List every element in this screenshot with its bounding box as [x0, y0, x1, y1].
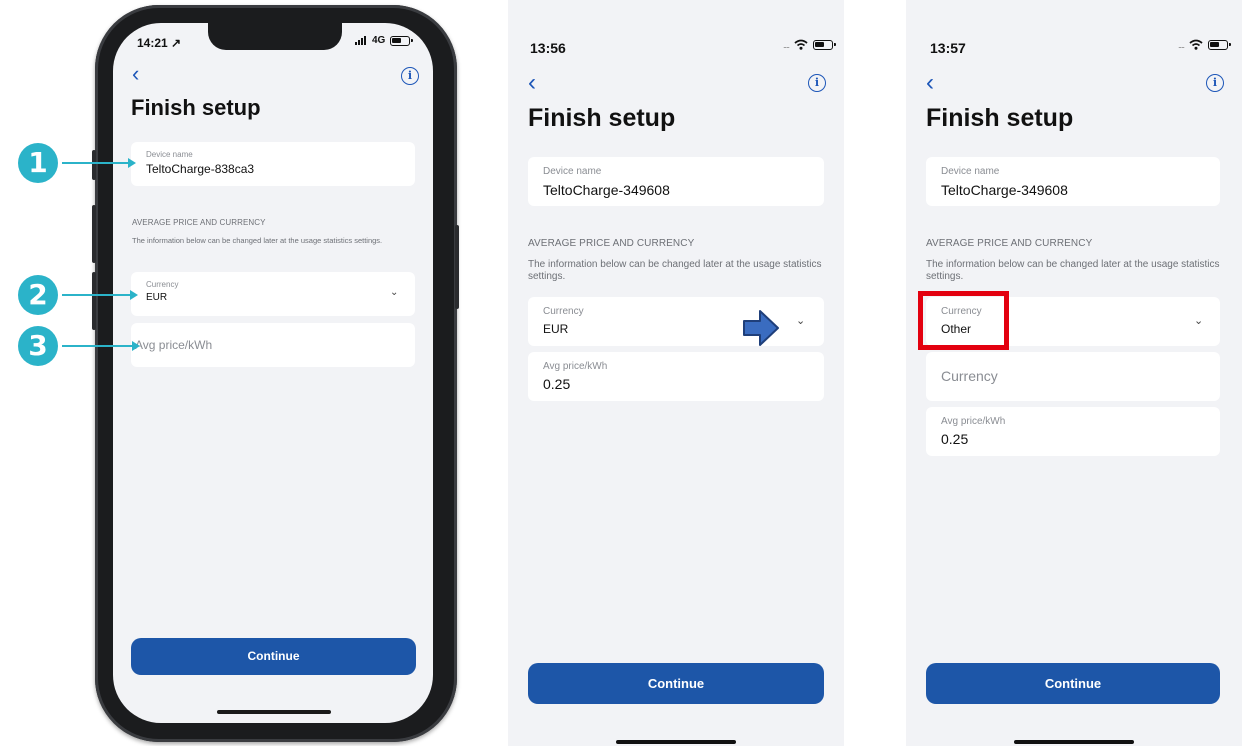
chevron-left-icon[interactable]: ‹: [132, 63, 139, 85]
device-name-label: Device name: [543, 166, 602, 177]
section-heading: AVERAGE PRICE AND CURRENCY: [132, 218, 266, 227]
phone-side-button: [455, 225, 459, 309]
callout-1: 1: [18, 143, 58, 183]
continue-button[interactable]: Continue: [926, 663, 1220, 704]
chevron-down-icon: ⌄: [796, 315, 806, 327]
phone-side-button: [92, 150, 96, 180]
home-indicator: [217, 710, 331, 714]
page-title: Finish setup: [528, 104, 676, 132]
tutorial-figure: 14:21 ↗ 4G ‹ i Finish setup Device name …: [0, 0, 1245, 746]
continue-button[interactable]: Continue: [528, 663, 824, 704]
chevron-left-icon[interactable]: ‹: [528, 71, 536, 95]
section-description: The information below can be changed lat…: [528, 259, 822, 282]
currency-value: EUR: [543, 322, 569, 336]
avg-price-field[interactable]: Avg price/kWh 0.25: [528, 352, 824, 401]
currency-label: Currency: [146, 280, 179, 289]
info-icon[interactable]: i: [1206, 74, 1224, 92]
callout-arrow-2: [62, 294, 132, 296]
callout-arrow-1: [62, 162, 130, 164]
device-name-label: Device name: [146, 150, 193, 159]
device-name-value: TeltoCharge-349608: [543, 182, 670, 198]
battery-icon: [813, 39, 837, 50]
screen-3: 13:57 .... ‹ i Finish setup Device name …: [906, 0, 1242, 746]
callout-3: 3: [18, 326, 58, 366]
callout-arrow-head: [132, 341, 140, 351]
chevron-down-icon: ⌄: [390, 287, 399, 298]
callout-arrow-3: [62, 345, 134, 347]
highlight-box: [918, 291, 1009, 350]
section-description: The information below can be changed lat…: [926, 259, 1220, 282]
screen-2: 13:56 .... ‹ i Finish setup Device name …: [508, 0, 844, 746]
device-name-field[interactable]: Device name TeltoCharge-349608: [926, 157, 1220, 206]
home-indicator: [616, 740, 736, 744]
avg-price-field[interactable]: Avg price/kWh: [131, 323, 415, 367]
currency-select[interactable]: Currency EUR ⌄: [131, 272, 415, 316]
currency-value: EUR: [146, 292, 168, 303]
currency-label: Currency: [543, 306, 584, 317]
callout-2: 2: [18, 275, 58, 315]
wifi-icon: [794, 39, 808, 50]
avg-price-label: Avg price/kWh: [543, 361, 608, 372]
battery-icon: [390, 35, 414, 46]
battery-icon: [1208, 39, 1232, 50]
status-bar-right: ....: [783, 39, 837, 50]
wifi-icon: [1189, 39, 1203, 50]
avg-price-label: Avg price/kWh: [941, 416, 1006, 427]
status-bar-right: ....: [1178, 39, 1232, 50]
page-title: Finish setup: [131, 95, 261, 120]
phone-side-button: [92, 205, 96, 263]
screen-1: 14:21 ↗ 4G ‹ i Finish setup Device name …: [113, 23, 433, 723]
device-name-field[interactable]: Device name TeltoCharge-349608: [528, 157, 824, 206]
status-time: 14:21 ↗: [137, 36, 182, 50]
device-name-field[interactable]: Device name TeltoCharge-838ca3: [131, 142, 415, 186]
avg-price-field[interactable]: Avg price/kWh 0.25: [926, 407, 1220, 456]
status-time: 13:56: [530, 40, 566, 56]
arrow-right-icon: [743, 310, 779, 346]
phone-side-button: [92, 272, 96, 330]
section-heading: AVERAGE PRICE AND CURRENCY: [528, 238, 695, 249]
device-name-value: TeltoCharge-838ca3: [146, 162, 255, 176]
avg-price-value: 0.25: [941, 431, 969, 447]
home-indicator: [1014, 740, 1134, 744]
section-heading: AVERAGE PRICE AND CURRENCY: [926, 238, 1093, 249]
custom-currency-placeholder: Currency: [941, 368, 998, 384]
chevron-down-icon: ⌄: [1194, 315, 1204, 327]
status-bar-right: 4G: [355, 35, 414, 46]
continue-button[interactable]: Continue: [131, 638, 416, 675]
page-title: Finish setup: [926, 104, 1074, 132]
device-name-value: TeltoCharge-349608: [941, 182, 1068, 198]
avg-price-value: 0.25: [543, 376, 571, 392]
callout-arrow-head: [130, 290, 138, 300]
signal-icon: ....: [783, 39, 790, 50]
device-name-label: Device name: [941, 166, 1000, 177]
signal-icon: ....: [1178, 39, 1185, 50]
status-time: 13:57: [930, 40, 966, 56]
avg-price-placeholder: Avg price/kWh: [135, 338, 213, 352]
section-description: The information below can be changed lat…: [132, 236, 383, 245]
chevron-left-icon[interactable]: ‹: [926, 71, 934, 95]
callout-arrow-head: [128, 158, 136, 168]
signal-icon: [355, 36, 366, 45]
phone-notch: [208, 23, 342, 50]
info-icon[interactable]: i: [808, 74, 826, 92]
network-label: 4G: [372, 35, 386, 46]
info-icon[interactable]: i: [401, 67, 419, 85]
custom-currency-field[interactable]: Currency: [926, 352, 1220, 401]
